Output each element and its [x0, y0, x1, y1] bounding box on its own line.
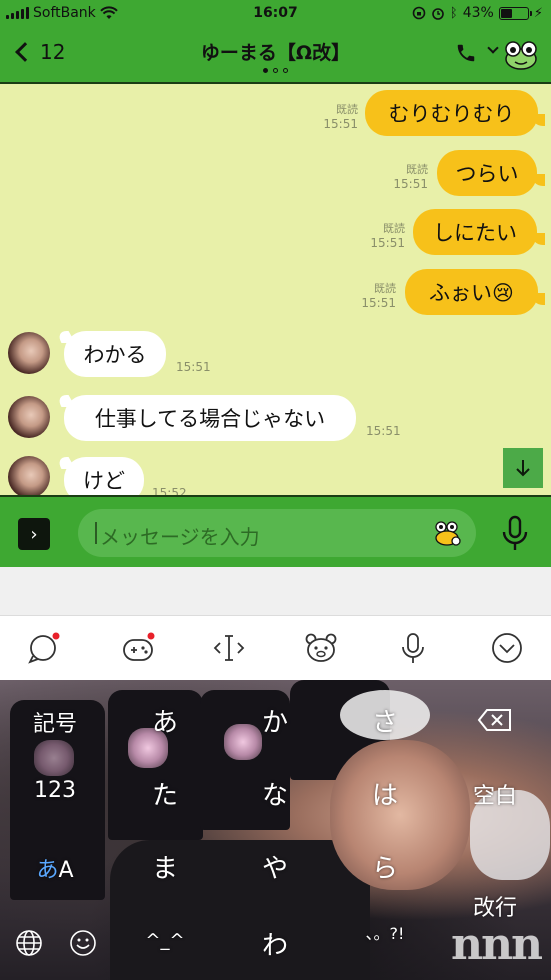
arrow-down-icon — [516, 460, 530, 477]
sticker-icon[interactable] — [432, 519, 462, 547]
key-punctuation[interactable]: 、。?! — [350, 925, 420, 943]
message-text: ふぉい😢 — [429, 281, 514, 305]
phone-icon[interactable] — [455, 42, 477, 64]
message-meta: 既読 15:51 — [370, 221, 405, 251]
message-text: つらい — [455, 162, 519, 186]
cursor-move-icon[interactable] — [211, 630, 247, 666]
message-time: 15:51 — [366, 424, 401, 438]
message-text: むりむりむり — [388, 102, 515, 126]
key-ra[interactable]: ら — [350, 848, 420, 885]
watermark-logo: nnn — [451, 919, 543, 970]
page-dot — [273, 68, 278, 73]
message-time: 15:52 — [152, 486, 187, 495]
message-meta: 15:51 — [176, 360, 211, 375]
message-meta: 既読 15:51 — [393, 162, 428, 192]
message-text: しにたい — [433, 221, 517, 245]
read-receipt: 既読 — [406, 163, 428, 176]
message-text: 仕事してる場合じゃない — [94, 407, 326, 431]
key-symbols[interactable]: 記号 — [20, 706, 90, 738]
page-indicator — [0, 68, 551, 73]
key-input-mode[interactable]: あA — [20, 852, 90, 884]
key-space[interactable]: 空白 — [460, 778, 530, 810]
message-meta: 15:52 — [152, 486, 187, 495]
message-input-bar: › メッセージを入力 — [0, 495, 551, 567]
avatar[interactable] — [8, 332, 50, 374]
alarm-icon — [432, 8, 444, 20]
message-meta: 既読 15:51 — [323, 102, 358, 132]
outgoing-message[interactable]: つらい — [437, 150, 537, 196]
microphone-icon[interactable] — [501, 515, 529, 553]
read-receipt: 既読 — [374, 282, 396, 295]
message-text: わかる — [83, 343, 147, 367]
read-receipt: 既読 — [336, 103, 358, 116]
key-a[interactable]: あ — [130, 702, 200, 739]
message-input[interactable]: メッセージを入力 — [78, 509, 476, 557]
bluetooth-icon: ᛒ — [449, 5, 458, 21]
key-kaomoji[interactable]: ^_^ — [130, 930, 200, 951]
key-return[interactable]: 改行 — [460, 890, 530, 922]
battery-icon — [498, 6, 532, 20]
emoji-game-icon[interactable] — [120, 630, 156, 666]
outgoing-message[interactable]: しにたい — [413, 209, 537, 255]
message-time: 15:51 — [393, 177, 428, 191]
bubble-tail — [54, 457, 76, 469]
key-ka[interactable]: か — [240, 702, 310, 739]
emoji-keyboard-icon[interactable] — [68, 928, 98, 958]
incoming-message[interactable]: わかる — [64, 331, 166, 377]
chat-bubble-icon[interactable] — [26, 630, 62, 666]
globe-icon[interactable] — [14, 928, 44, 958]
message-time: 15:51 — [370, 236, 405, 250]
key-ya[interactable]: や — [240, 848, 310, 885]
charging-icon: ⚡ — [533, 5, 543, 21]
status-bar: SoftBank 16:07 ᛒ 43% ⚡ — [0, 0, 551, 28]
rotation-lock-icon — [412, 6, 426, 20]
message-text: けど — [83, 469, 125, 493]
message-time: 15:51 — [323, 117, 358, 131]
backspace-icon[interactable] — [477, 708, 513, 732]
key-na[interactable]: な — [240, 775, 310, 812]
outgoing-message[interactable]: ふぉい😢 — [405, 269, 538, 315]
outgoing-message[interactable]: むりむりむり — [365, 90, 538, 136]
frog-mascot-icon[interactable] — [503, 40, 539, 70]
message-list[interactable]: 既読 15:51 むりむりむり 既読 15:51 つらい 既読 15:51 しに… — [0, 84, 551, 495]
bubble-tail — [54, 395, 76, 407]
incoming-message[interactable]: けど — [64, 457, 144, 495]
keyboard: 記号 あ か さ 123 た な は 空白 あA ま や ら 改行 ^_^ わ … — [0, 680, 551, 980]
bear-face-icon[interactable] — [303, 630, 339, 666]
incoming-message[interactable]: 仕事してる場合じゃない — [64, 395, 356, 441]
background-photo — [34, 740, 74, 776]
read-receipt: 既読 — [383, 222, 405, 235]
message-time: 15:51 — [361, 296, 396, 310]
key-ta[interactable]: た — [130, 775, 200, 812]
page-dot — [283, 68, 288, 73]
scroll-to-bottom-button[interactable] — [503, 448, 543, 488]
text-caret — [95, 522, 97, 544]
chevron-down-circle-icon[interactable] — [489, 630, 525, 666]
avatar[interactable] — [8, 456, 50, 495]
message-placeholder: メッセージを入力 — [100, 525, 260, 549]
avatar[interactable] — [8, 396, 50, 438]
page-dot — [263, 68, 268, 73]
key-numbers[interactable]: 123 — [20, 778, 90, 803]
chat-header: 12 ゆーまる【Ω改】 — [0, 28, 551, 84]
bubble-tail — [54, 331, 76, 343]
message-time: 15:51 — [176, 360, 211, 374]
battery-percent: 43% — [462, 5, 494, 21]
keyboard-toolbar — [0, 615, 551, 680]
key-ma[interactable]: ま — [130, 848, 200, 885]
keyboard-suggestion-strip — [0, 567, 551, 615]
key-ha[interactable]: は — [350, 775, 420, 812]
microphone-icon[interactable] — [395, 630, 431, 666]
message-meta: 15:51 — [366, 424, 401, 439]
chevron-right-icon: › — [30, 523, 38, 545]
key-wa[interactable]: わ — [240, 925, 310, 962]
key-sa[interactable]: さ — [350, 702, 420, 739]
expand-menu-button[interactable]: › — [18, 518, 50, 550]
message-meta: 既読 15:51 — [361, 281, 396, 311]
battery-fill — [500, 8, 512, 18]
